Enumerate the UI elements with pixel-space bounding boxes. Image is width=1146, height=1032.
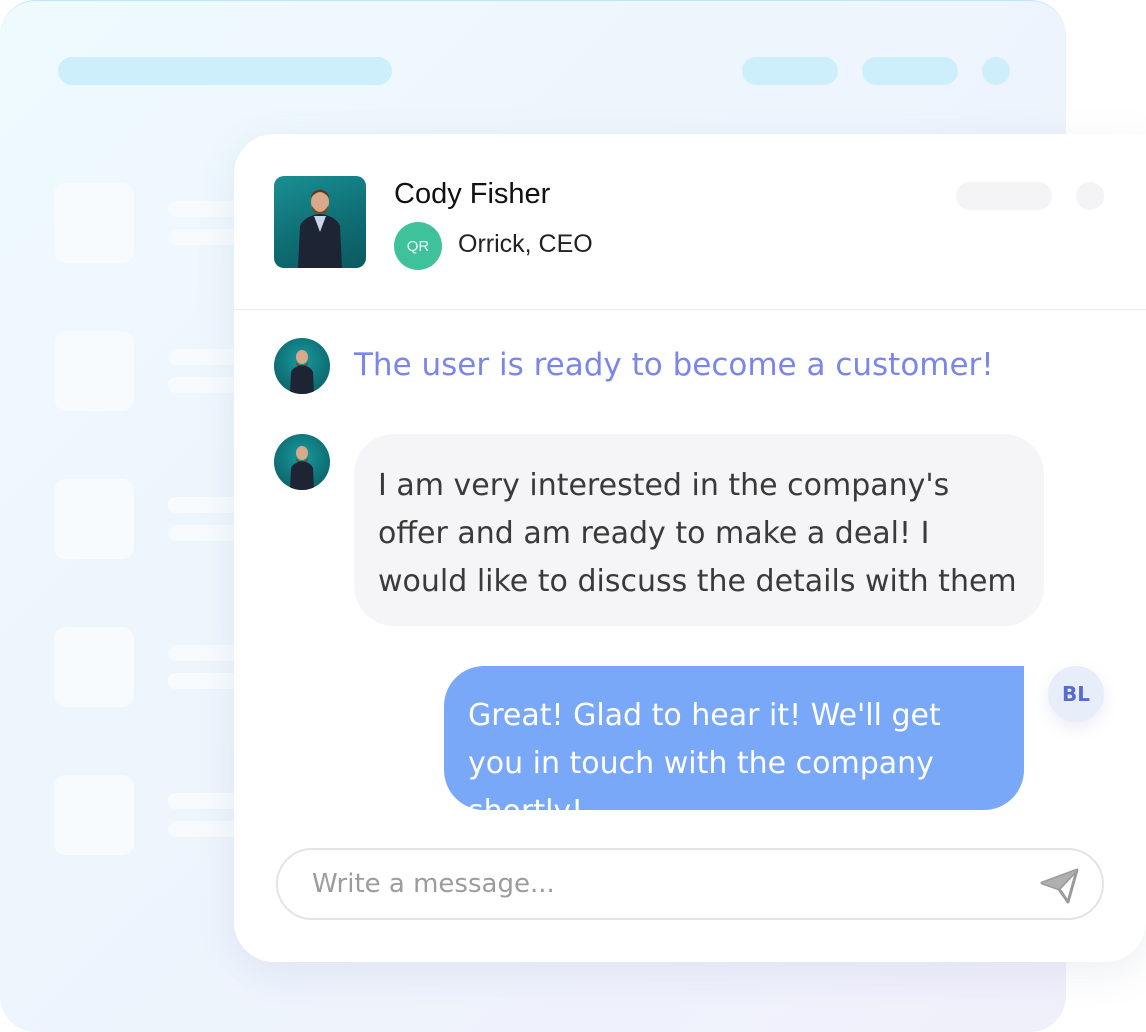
send-button[interactable] <box>1040 868 1080 904</box>
incoming-message: I am very interested in the company's of… <box>354 434 1044 626</box>
bg-nav-dot <box>982 57 1010 85</box>
contact-avatar <box>274 434 330 490</box>
bg-list-thumb <box>54 479 134 559</box>
header-placeholder-dot <box>1076 182 1104 210</box>
header-placeholder-pill <box>956 182 1052 210</box>
send-icon <box>1040 868 1079 904</box>
message-input[interactable] <box>312 864 1012 904</box>
contact-name: Cody Fisher <box>394 178 551 210</box>
agent-avatar: BL <box>1048 666 1104 722</box>
system-note: The user is ready to become a customer! <box>354 347 994 383</box>
contact-avatar <box>274 338 330 394</box>
bg-list-thumb <box>54 775 134 855</box>
outgoing-message: Great! Glad to hear it! We'll get you in… <box>444 666 1024 829</box>
chat-header: Cody Fisher QR Orrick, CEO <box>234 134 1146 310</box>
chat-card: Cody Fisher QR Orrick, CEO The user is r… <box>234 134 1146 962</box>
bg-nav-placeholder <box>742 57 838 85</box>
message-composer <box>276 848 1104 920</box>
bg-list-thumb <box>54 627 134 707</box>
contact-photo <box>274 176 366 268</box>
company-badge: QR <box>394 222 442 270</box>
bg-title-bar-placeholder <box>58 57 392 85</box>
bg-list-thumb <box>54 183 134 263</box>
contact-role: Orrick, CEO <box>458 230 593 258</box>
bg-nav-placeholder <box>862 57 958 85</box>
bg-list-thumb <box>54 331 134 411</box>
